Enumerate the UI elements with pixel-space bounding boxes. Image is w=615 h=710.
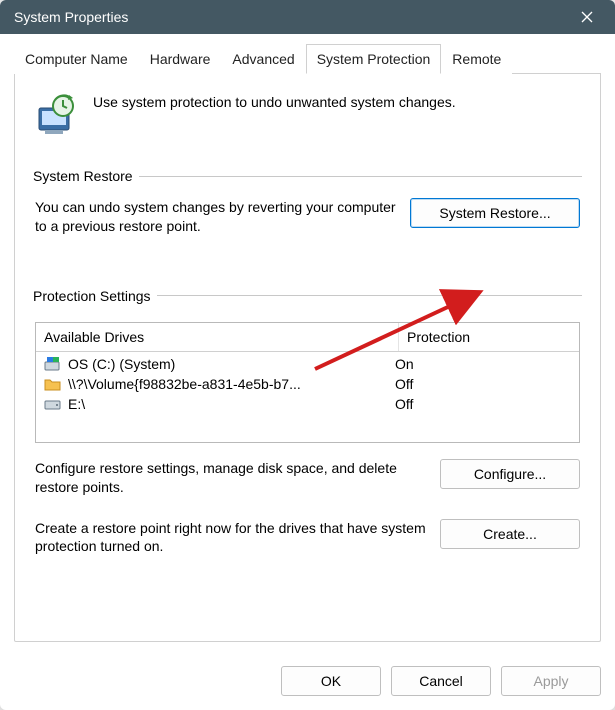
column-header-drives[interactable]: Available Drives bbox=[36, 323, 399, 351]
tab-panel-system-protection: Use system protection to undo unwanted s… bbox=[14, 74, 601, 642]
system-restore-button[interactable]: System Restore... bbox=[410, 198, 580, 228]
titlebar[interactable]: System Properties bbox=[0, 0, 615, 34]
drive-label: E:\ bbox=[68, 396, 389, 412]
drive-protection: Off bbox=[395, 376, 571, 392]
table-row[interactable]: E:\ Off bbox=[36, 394, 579, 414]
restore-description: You can undo system changes by reverting… bbox=[35, 198, 396, 236]
configure-button[interactable]: Configure... bbox=[440, 459, 580, 489]
tab-computer-name[interactable]: Computer Name bbox=[14, 44, 139, 74]
drives-listview[interactable]: Available Drives Protection OS (C:) (Sys… bbox=[35, 322, 580, 443]
apply-button[interactable]: Apply bbox=[501, 666, 601, 696]
close-button[interactable] bbox=[567, 0, 607, 34]
dialog-footer: OK Cancel Apply bbox=[0, 656, 615, 710]
system-protection-icon bbox=[33, 92, 79, 138]
configure-description: Configure restore settings, manage disk … bbox=[35, 459, 426, 497]
ok-button[interactable]: OK bbox=[281, 666, 381, 696]
cancel-button[interactable]: Cancel bbox=[391, 666, 491, 696]
tab-remote[interactable]: Remote bbox=[441, 44, 512, 74]
intro-text: Use system protection to undo unwanted s… bbox=[93, 92, 456, 110]
close-icon bbox=[581, 11, 593, 23]
drive-protection: Off bbox=[395, 396, 571, 412]
table-row[interactable]: OS (C:) (System) On bbox=[36, 354, 579, 374]
drive-label: OS (C:) (System) bbox=[68, 356, 389, 372]
window-title: System Properties bbox=[14, 9, 567, 25]
drive-protection: On bbox=[395, 356, 571, 372]
folder-icon bbox=[44, 376, 62, 392]
create-button[interactable]: Create... bbox=[440, 519, 580, 549]
drive-icon bbox=[44, 396, 62, 412]
group-system-restore: System Restore You can undo system chang… bbox=[33, 168, 582, 240]
group-protection-settings: Protection Settings Available Drives Pro… bbox=[33, 288, 582, 565]
drive-label: \\?\Volume{f98832be-a831-4e5b-b7... bbox=[68, 376, 389, 392]
drive-os-icon bbox=[44, 356, 62, 372]
create-description: Create a restore point right now for the… bbox=[35, 519, 426, 557]
window-body: Computer Name Hardware Advanced System P… bbox=[0, 34, 615, 656]
tab-system-protection[interactable]: System Protection bbox=[306, 44, 442, 74]
drives-body: OS (C:) (System) On \\?\Volume{f98832be-… bbox=[36, 352, 579, 442]
group-protection-settings-title: Protection Settings bbox=[33, 288, 157, 304]
tab-hardware[interactable]: Hardware bbox=[139, 44, 222, 74]
table-row[interactable]: \\?\Volume{f98832be-a831-4e5b-b7... Off bbox=[36, 374, 579, 394]
intro-row: Use system protection to undo unwanted s… bbox=[33, 92, 582, 138]
column-header-protection[interactable]: Protection bbox=[399, 323, 579, 351]
tab-advanced[interactable]: Advanced bbox=[221, 44, 305, 74]
group-system-restore-title: System Restore bbox=[33, 168, 139, 184]
tabstrip: Computer Name Hardware Advanced System P… bbox=[14, 44, 601, 74]
drives-header: Available Drives Protection bbox=[36, 323, 579, 352]
system-properties-window: System Properties Computer Name Hardware… bbox=[0, 0, 615, 710]
